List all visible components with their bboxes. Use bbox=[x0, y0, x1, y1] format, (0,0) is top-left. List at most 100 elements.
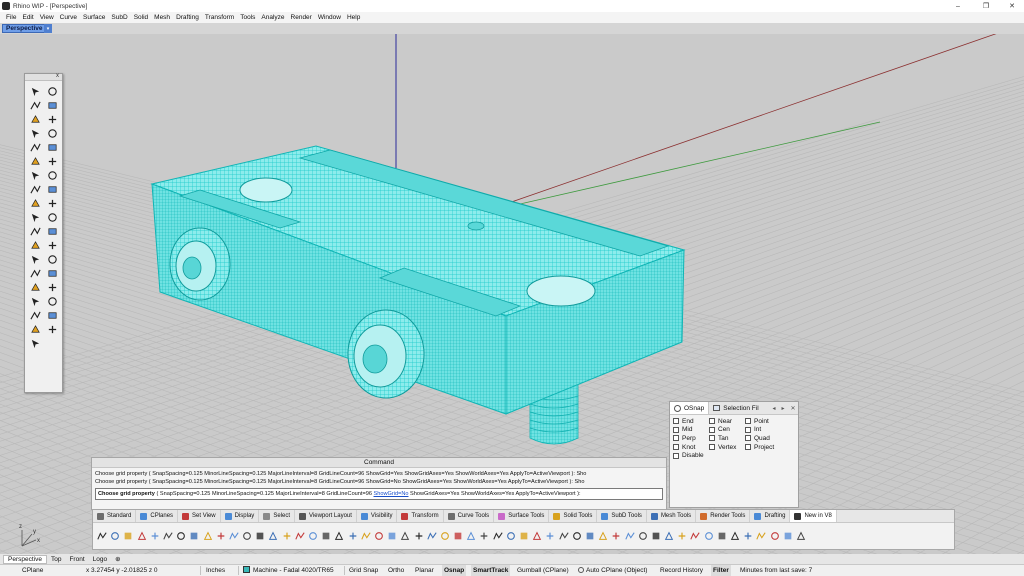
panel-close-icon[interactable]: ✕ bbox=[789, 404, 797, 412]
freeform-curve-icon[interactable] bbox=[28, 140, 43, 154]
curve-icon[interactable] bbox=[45, 98, 60, 112]
toolbar-tab-select[interactable]: Select bbox=[259, 510, 295, 522]
toolbar-tab-set-view[interactable]: Set View bbox=[178, 510, 221, 522]
tool-icon[interactable] bbox=[795, 530, 807, 542]
osnap-vertex[interactable]: Vertex bbox=[709, 443, 745, 452]
toolbar-tab-curve-tools[interactable]: Curve Tools bbox=[444, 510, 495, 522]
offset-curve-icon[interactable] bbox=[45, 154, 60, 168]
tab-selection-filter[interactable]: Selection Fil bbox=[709, 402, 762, 414]
tool-icon[interactable] bbox=[558, 530, 570, 542]
tool-icon[interactable] bbox=[439, 530, 451, 542]
tool-icon[interactable] bbox=[307, 530, 319, 542]
add-viewport-tab-button[interactable]: ⊕ bbox=[111, 555, 124, 564]
tool-icon[interactable] bbox=[202, 530, 214, 542]
toolbar-tab-mesh-tools[interactable]: Mesh Tools bbox=[647, 510, 697, 522]
tool-icon[interactable] bbox=[544, 530, 556, 542]
tool-icon[interactable] bbox=[597, 530, 609, 542]
point-icon[interactable] bbox=[45, 84, 60, 98]
menu-solid[interactable]: Solid bbox=[131, 14, 151, 21]
filter-toggle[interactable]: Filter bbox=[711, 565, 731, 576]
menu-drafting[interactable]: Drafting bbox=[173, 14, 202, 21]
planar-toggle[interactable]: Planar bbox=[415, 565, 434, 576]
join-icon[interactable] bbox=[28, 252, 43, 266]
tool-icon[interactable] bbox=[465, 530, 477, 542]
menu-file[interactable]: File bbox=[3, 14, 19, 21]
toolbar-tab-solid-tools[interactable]: Solid Tools bbox=[549, 510, 598, 522]
osnap-point[interactable]: Point bbox=[745, 417, 785, 426]
tool-icon[interactable] bbox=[610, 530, 622, 542]
tool-icon[interactable] bbox=[689, 530, 701, 542]
menu-analyze[interactable]: Analyze bbox=[258, 14, 287, 21]
text-icon[interactable] bbox=[28, 266, 43, 280]
menu-subd[interactable]: SubD bbox=[108, 14, 130, 21]
toolbar-tab-visibility[interactable]: Visibility bbox=[357, 510, 398, 522]
tool-icon[interactable] bbox=[663, 530, 675, 542]
tool-icon[interactable] bbox=[650, 530, 662, 542]
tool-icon[interactable] bbox=[571, 530, 583, 542]
menu-render[interactable]: Render bbox=[288, 14, 315, 21]
viewport-menu-arrow[interactable]: ▾ bbox=[44, 24, 52, 33]
tool-icon[interactable] bbox=[742, 530, 754, 542]
tool-icon[interactable] bbox=[478, 530, 490, 542]
toolbar-grip[interactable]: x bbox=[25, 73, 62, 81]
osnap-quad[interactable]: Quad bbox=[745, 434, 785, 443]
tool-icon[interactable] bbox=[637, 530, 649, 542]
move-icon[interactable] bbox=[28, 224, 43, 238]
tool-icon[interactable] bbox=[149, 530, 161, 542]
menu-window[interactable]: Window bbox=[315, 14, 344, 21]
tool-icon[interactable] bbox=[426, 530, 438, 542]
tool-icon[interactable] bbox=[360, 530, 372, 542]
panel-prev-icon[interactable]: ◂ bbox=[770, 404, 778, 412]
close-button[interactable]: ✕ bbox=[998, 0, 1024, 12]
auto-cplane-toggle[interactable]: Auto CPlane (Object) bbox=[578, 565, 647, 576]
showgrid-option-link[interactable]: ShowGrid=No bbox=[374, 491, 409, 497]
tool-icon[interactable] bbox=[492, 530, 504, 542]
toolbar-tab-new-in-v8[interactable]: New in V8 bbox=[790, 510, 837, 522]
block-icon[interactable] bbox=[28, 280, 43, 294]
tool-icon[interactable] bbox=[373, 530, 385, 542]
osnap-checkbox[interactable] bbox=[709, 418, 715, 425]
trim-icon[interactable] bbox=[45, 210, 60, 224]
analyze-icon[interactable] bbox=[45, 322, 60, 336]
menu-edit[interactable]: Edit bbox=[19, 14, 36, 21]
osnap-knot[interactable]: Knot bbox=[673, 443, 709, 452]
tool-icon[interactable] bbox=[96, 530, 108, 542]
tool-icon[interactable] bbox=[386, 530, 398, 542]
osnap-int[interactable]: Int bbox=[745, 426, 785, 435]
mesh-model[interactable] bbox=[150, 145, 686, 445]
edit-surface-icon[interactable] bbox=[45, 168, 60, 182]
mesh-icon[interactable] bbox=[28, 196, 43, 210]
tool-icon[interactable] bbox=[109, 530, 121, 542]
tool-icon[interactable] bbox=[188, 530, 200, 542]
minimize-button[interactable]: – bbox=[944, 0, 972, 12]
arc-icon[interactable] bbox=[45, 112, 60, 126]
toolbar-tab-transform[interactable]: Transform bbox=[397, 510, 444, 522]
tool-icon[interactable] bbox=[676, 530, 688, 542]
paint-icon[interactable] bbox=[28, 336, 43, 350]
panel-next-icon[interactable]: ▸ bbox=[779, 404, 787, 412]
rectangle-icon[interactable] bbox=[28, 126, 43, 140]
osnap-tan[interactable]: Tan bbox=[709, 434, 745, 443]
tab-osnap[interactable]: OSnap bbox=[670, 402, 710, 414]
toolbar-tab-render-tools[interactable]: Render Tools bbox=[696, 510, 751, 522]
surface-icon[interactable] bbox=[28, 168, 43, 182]
tool-icon[interactable] bbox=[584, 530, 596, 542]
command-prompt[interactable]: Choose grid property ( SnapSpacing=0.125… bbox=[95, 488, 663, 500]
tool-icon[interactable] bbox=[769, 530, 781, 542]
fillet-curve-icon[interactable] bbox=[28, 154, 43, 168]
layer-icon[interactable] bbox=[45, 280, 60, 294]
osnap-checkbox[interactable] bbox=[673, 418, 679, 425]
viewport-tab-perspective[interactable]: Perspective bbox=[2, 24, 47, 33]
viewport-tab-front[interactable]: Front bbox=[65, 555, 88, 564]
tool-icon[interactable] bbox=[241, 530, 253, 542]
tool-icon[interactable] bbox=[333, 530, 345, 542]
polyline-icon[interactable] bbox=[28, 98, 43, 112]
tool-icon[interactable] bbox=[729, 530, 741, 542]
box-icon[interactable] bbox=[28, 182, 43, 196]
tool-icon[interactable] bbox=[624, 530, 636, 542]
osnap-checkbox[interactable] bbox=[745, 418, 751, 425]
osnap-project[interactable]: Project bbox=[745, 443, 785, 452]
toolbar-tab-viewport-layout[interactable]: Viewport Layout bbox=[295, 510, 357, 522]
cplane-label[interactable]: CPlane bbox=[22, 565, 43, 576]
osnap-near[interactable]: Near bbox=[709, 417, 745, 426]
